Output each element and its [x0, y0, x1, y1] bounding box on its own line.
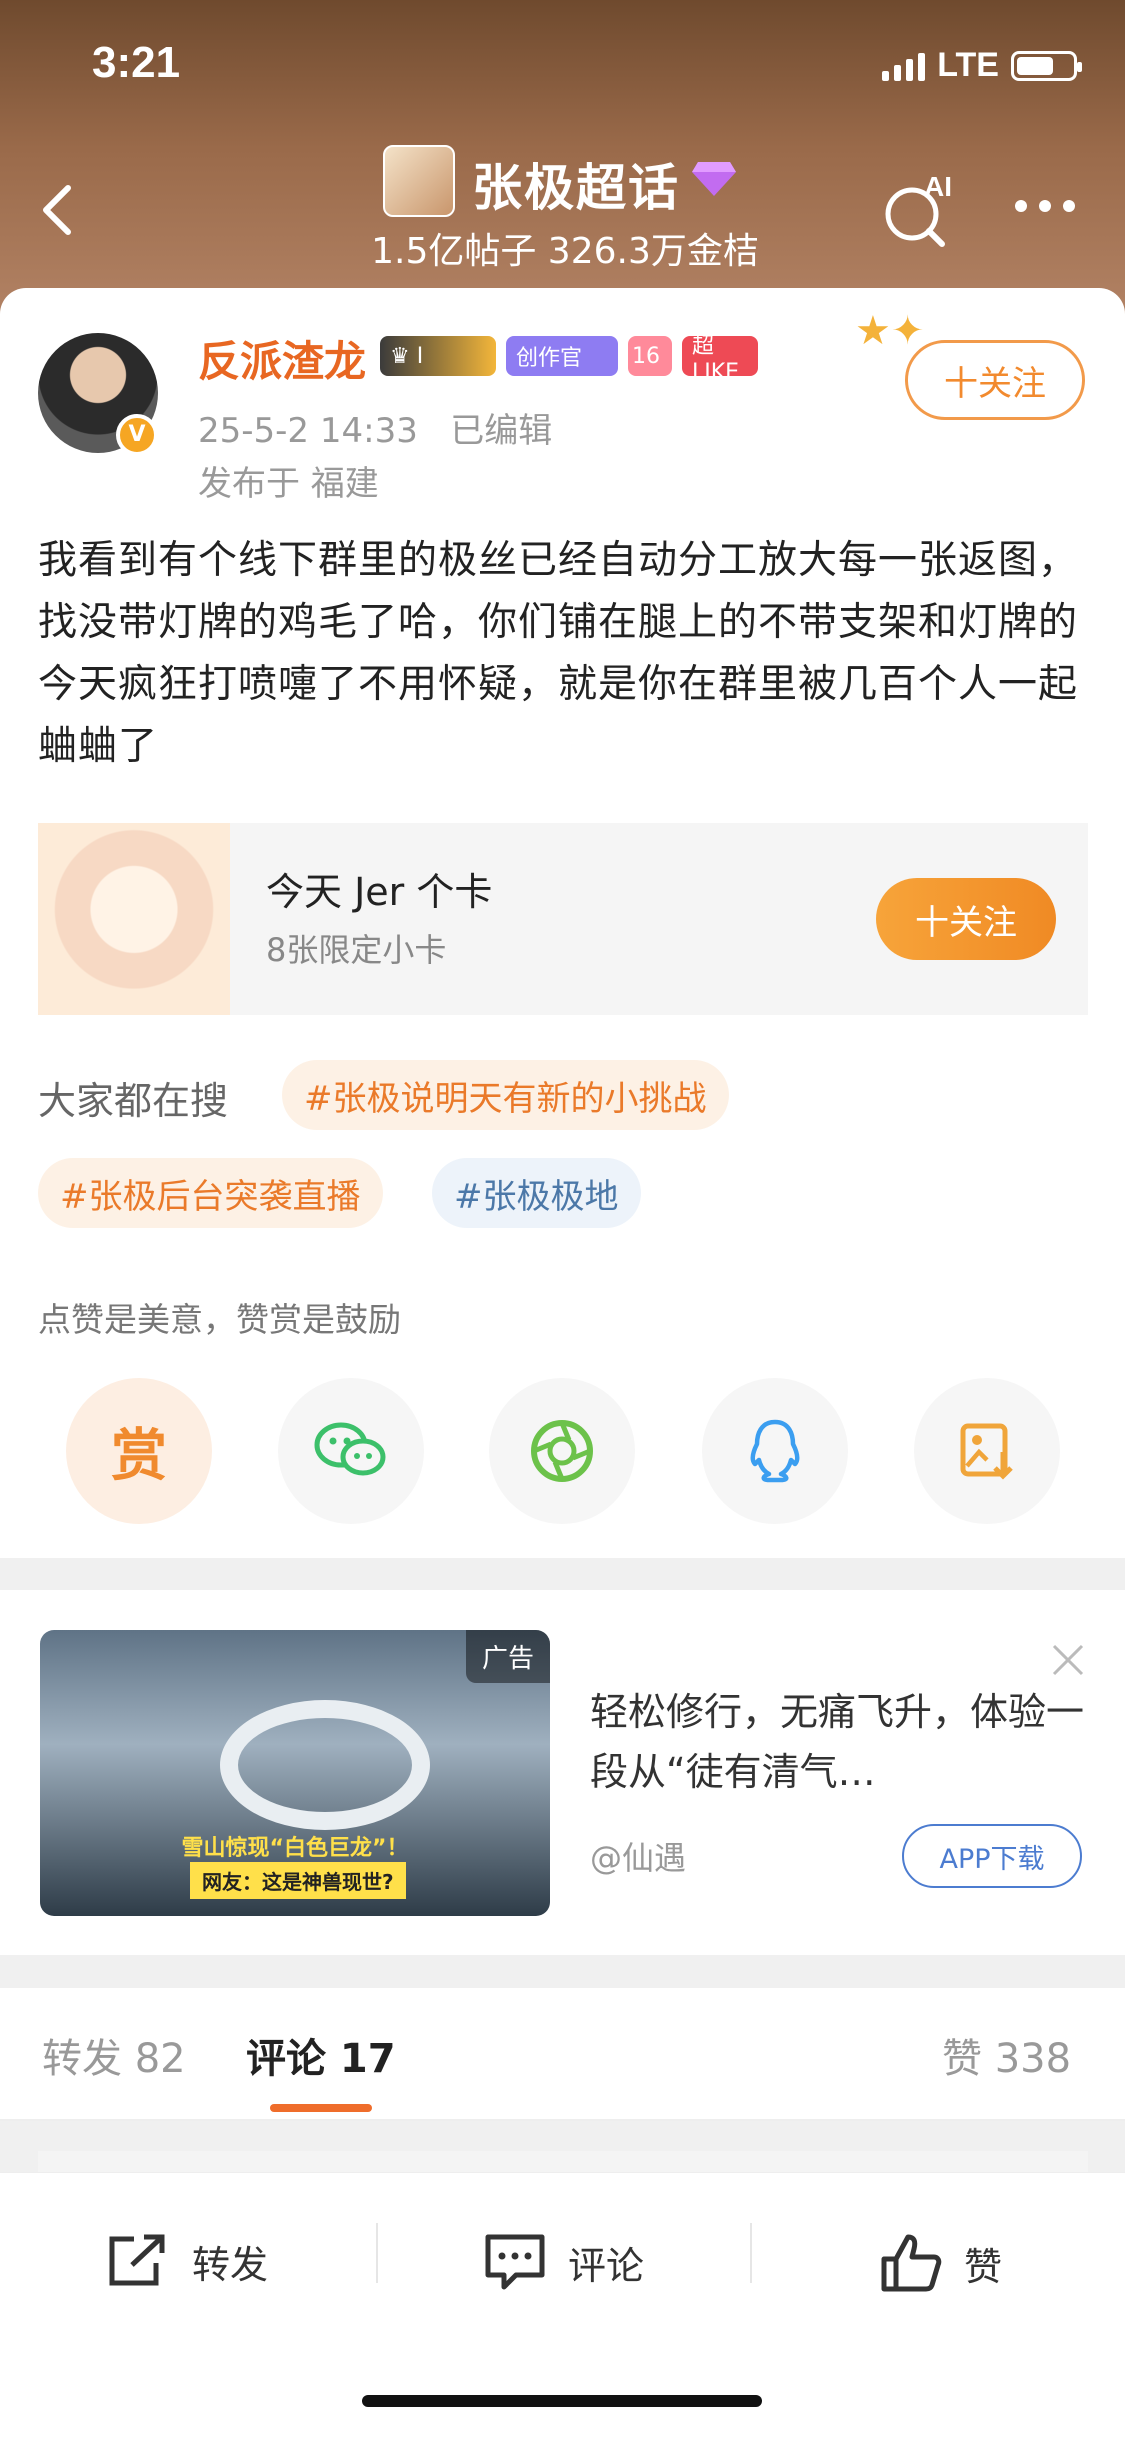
bottom-action-bar: 转发 评论 赞: [0, 2172, 1125, 2437]
ad-image[interactable]: 广告 雪山惊现“白色巨龙”！ 网友：这是神兽现世?: [40, 1630, 550, 1916]
super-like-badge[interactable]: 超LIKE: [682, 334, 758, 385]
divider: [750, 2223, 752, 2283]
tab-repost[interactable]: 转发 82: [42, 2026, 186, 2084]
comment-placeholder: [38, 2151, 1088, 2173]
battery-icon: [1011, 50, 1082, 81]
dragon-illustration: [220, 1700, 430, 1830]
comment-label: 评论: [568, 2243, 645, 2288]
search-tag[interactable]: #张极极地: [432, 1158, 641, 1228]
interaction-tabs: 转发 82 评论 17 赞 338: [0, 1988, 1125, 2121]
home-indicator[interactable]: [362, 2395, 762, 2407]
promo-image[interactable]: [38, 823, 230, 1015]
like-button[interactable]: 赞: [878, 2231, 1002, 2295]
ai-label: AI: [924, 171, 952, 202]
diamond-icon: [692, 162, 736, 196]
crown-icon: ♛: [390, 343, 410, 369]
close-icon[interactable]: [1048, 1640, 1088, 1680]
promo-subtitle: 8张限定小卡: [266, 931, 447, 969]
post-body[interactable]: 我看到有个线下群里的极丝已经自动分工放大每一张返图，找没带灯牌的鸡毛了哈，你们铺…: [38, 530, 1093, 778]
verified-badge-icon: V: [116, 414, 158, 456]
network-label: LTE: [937, 46, 999, 84]
follow-button[interactable]: 十关注: [905, 340, 1085, 420]
ad-author[interactable]: @仙遇: [590, 1833, 686, 1879]
save-image-icon[interactable]: [914, 1378, 1060, 1524]
tab-like[interactable]: 赞 338: [942, 2026, 1071, 2084]
post-time: 25-5-2 14:33 已编辑: [198, 411, 553, 451]
topic-header: 3:21 LTE 张极超话 1.5亿帖子 326.3万金桔 AI: [0, 0, 1125, 330]
wechat-icon[interactable]: [278, 1378, 424, 1524]
search-tag[interactable]: #张极说明天有新的小挑战: [282, 1060, 729, 1130]
crown-badge[interactable]: ♛ I: [380, 336, 496, 376]
post-card: V 反派渣龙 ♛ I 创作官 16 超LIKE ★✦ 十关注 25-5-2 14…: [0, 288, 1125, 1558]
creator-badge[interactable]: 创作官: [506, 336, 618, 376]
search-tag[interactable]: #张极后台突袭直播: [38, 1158, 383, 1228]
status-indicators: LTE: [882, 46, 1082, 85]
qq-icon[interactable]: [702, 1378, 848, 1524]
active-tab-indicator: [270, 2104, 372, 2112]
ad-title[interactable]: 轻松修行，无痛飞升，体验一段从“徒有清气…: [590, 1682, 1090, 1802]
share-row: 赏: [66, 1378, 1060, 1526]
status-time: 3:21: [92, 38, 181, 87]
reward-hint: 点赞是美意，赞赏是鼓励: [38, 1300, 401, 1339]
repost-icon: [109, 2234, 165, 2286]
author-badges: ♛ I 创作官 16 超LIKE: [380, 334, 758, 385]
like-label: 赞: [964, 2244, 1003, 2289]
comment-button[interactable]: 评论: [482, 2231, 644, 2293]
moments-icon[interactable]: [489, 1378, 635, 1524]
topic-thumbnail[interactable]: [383, 145, 455, 217]
ai-search-icon[interactable]: AI: [880, 170, 960, 250]
back-icon[interactable]: [30, 180, 90, 240]
edited-label: 已编辑: [450, 411, 553, 451]
post-location: 发布于 福建: [198, 464, 379, 504]
sparkle-icon: ★✦: [855, 308, 925, 354]
promo-title: 今天 Jer 个卡: [266, 870, 493, 914]
level-badge[interactable]: 16: [628, 336, 672, 376]
ad-caption-sub: 网友：这是神兽现世?: [190, 1862, 406, 1899]
more-icon[interactable]: [1015, 200, 1075, 212]
trending-search-label: 大家都在搜: [38, 1079, 229, 1123]
divider: [376, 2223, 378, 2283]
app-download-button[interactable]: APP下载: [902, 1824, 1082, 1888]
ad-caption: 雪山惊现“白色巨龙”！: [181, 1836, 409, 1861]
ad-card[interactable]: 广告 雪山惊现“白色巨龙”！ 网友：这是神兽现世? 轻松修行，无痛飞升，体验一段…: [0, 1590, 1125, 1955]
ad-label: 广告: [465, 1630, 550, 1683]
promo-follow-button[interactable]: 十关注: [876, 878, 1056, 960]
repost-button[interactable]: 转发: [104, 2231, 268, 2291]
reward-button[interactable]: 赏: [66, 1378, 212, 1524]
promo-card[interactable]: 今天 Jer 个卡 8张限定小卡 十关注: [38, 823, 1088, 1015]
thumbs-up-icon: [881, 2234, 942, 2292]
repost-label: 转发: [192, 2242, 269, 2287]
topic-stats: 1.5亿帖子 326.3万金桔: [371, 231, 759, 272]
author-name[interactable]: 反派渣龙: [198, 328, 366, 389]
topic-title[interactable]: 张极超话: [472, 148, 680, 220]
comment-icon: [485, 2234, 545, 2290]
signal-icon: [882, 51, 926, 81]
tab-comment[interactable]: 评论 17: [246, 2026, 396, 2084]
